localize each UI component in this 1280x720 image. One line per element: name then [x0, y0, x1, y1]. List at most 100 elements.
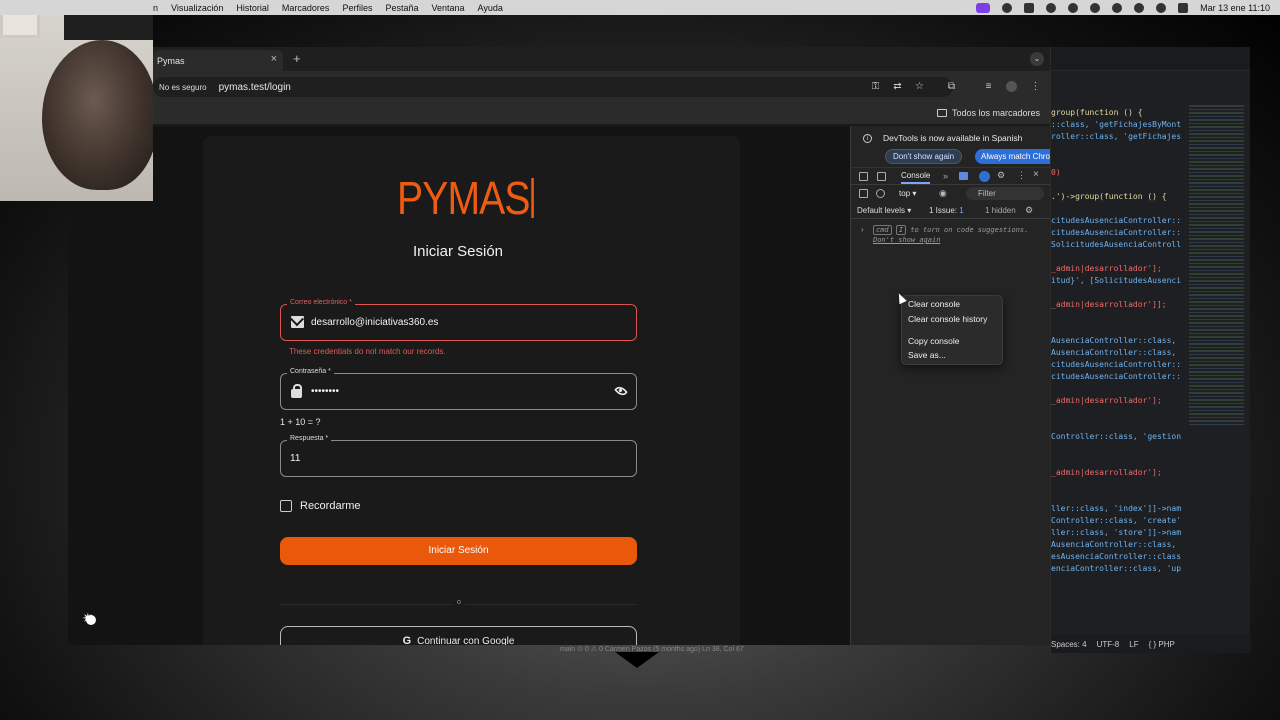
email-field[interactable]: Correo electrónico * desarrollo@iniciati… [280, 299, 637, 341]
code-line[interactable] [1051, 143, 1181, 155]
code-line[interactable] [1051, 383, 1181, 395]
code-line[interactable]: group(function () { [1051, 107, 1181, 119]
status-encoding[interactable]: UTF-8 [1097, 640, 1120, 649]
menu-marcadores[interactable]: Marcadores [282, 3, 330, 13]
code-line[interactable] [1051, 407, 1181, 419]
profile-avatar-icon[interactable] [1006, 81, 1017, 92]
menu-clear-console[interactable]: Clear console [908, 299, 960, 309]
code-line[interactable] [1051, 611, 1181, 623]
code-line[interactable] [1051, 479, 1181, 491]
menu-save-as[interactable]: Save as... [908, 350, 946, 360]
live-expression-eye-icon[interactable]: ◉ [939, 188, 947, 199]
status-indent[interactable]: Spaces: 4 [1051, 640, 1087, 649]
menu-pestana[interactable]: Pestaña [385, 3, 418, 13]
code-line[interactable] [1051, 287, 1181, 299]
checkbox-box[interactable] [280, 500, 292, 512]
more-tabs-icon[interactable]: » [943, 171, 948, 181]
answer-value[interactable]: 11 [290, 453, 300, 464]
menu-copy-console[interactable]: Copy console [908, 336, 960, 346]
code-line[interactable]: ::class, 'getFichajesByMont [1051, 119, 1181, 131]
code-line[interactable]: .')->group(function () { [1051, 191, 1181, 203]
all-bookmarks-button[interactable]: Todos los marcadores [936, 108, 1040, 118]
console-filter-input[interactable]: Filter [966, 187, 1044, 200]
tab-search-icon[interactable]: ⌄ [1030, 52, 1044, 66]
search-icon[interactable] [1156, 2, 1167, 13]
code-line[interactable]: SolicitudesAusenciaController [1051, 239, 1181, 251]
code-line[interactable] [1051, 311, 1181, 323]
inspect-element-icon[interactable] [859, 172, 868, 181]
status-eol[interactable]: LF [1129, 640, 1138, 649]
status-language[interactable]: { } PHP [1149, 640, 1175, 649]
code-line[interactable]: Controller::class, 'gestion [1051, 431, 1181, 443]
password-field[interactable]: Contraseña * •••••••• [280, 368, 637, 410]
code-line[interactable]: esAusenciaController::class, [1051, 551, 1181, 563]
play-icon[interactable] [1112, 2, 1123, 13]
bookmark-star-icon[interactable]: ☆ [914, 81, 925, 92]
not-secure-badge[interactable]: No es seguro [159, 83, 207, 92]
console-settings-gear-icon[interactable]: ⚙ [1025, 205, 1033, 216]
code-line[interactable] [1051, 323, 1181, 335]
dont-show-again-button[interactable]: Don't show again [885, 149, 963, 164]
sidebar-toggle-icon[interactable] [859, 189, 868, 198]
code-line[interactable]: roller::class, 'getFichajesM [1051, 131, 1181, 143]
close-tab-icon[interactable]: × [271, 53, 277, 65]
editor-minimap[interactable] [1189, 105, 1244, 425]
code-line[interactable]: itud}', [SolicitudesAusencia [1051, 275, 1181, 287]
code-line[interactable]: citudesAusenciaController::cla [1051, 227, 1181, 239]
issues-counter[interactable]: 1 Issue: 1 [929, 206, 964, 215]
show-password-eye-icon[interactable] [614, 384, 628, 398]
url-text[interactable]: pymas.test/login [219, 82, 291, 93]
code-line[interactable] [1051, 251, 1181, 263]
messages-icon[interactable] [959, 172, 968, 180]
code-line[interactable] [1051, 491, 1181, 503]
menu-ventana[interactable]: Ventana [431, 3, 464, 13]
code-line[interactable]: 0) [1051, 167, 1181, 179]
remember-me-checkbox[interactable]: Recordarme [280, 500, 361, 512]
menu-clear-console-history[interactable]: Clear console history [908, 314, 987, 324]
device-toolbar-icon[interactable] [877, 172, 886, 181]
code-line[interactable]: AusenciaController::class, 'ge [1051, 347, 1181, 359]
google-login-button[interactable]: G Continuar con Google [280, 626, 637, 645]
menu-partial[interactable]: n [153, 3, 158, 13]
context-selector[interactable]: top ▾ [899, 189, 916, 198]
default-levels-dropdown[interactable]: Default levels ▾ [857, 206, 911, 215]
extensions-icon[interactable]: ⧉ [946, 81, 957, 92]
menu-perfiles[interactable]: Perfiles [342, 3, 372, 13]
menu-historial[interactable]: Historial [236, 3, 269, 13]
code-line[interactable]: enciaController::class, 'upd [1051, 563, 1181, 575]
wifi-icon[interactable] [1134, 2, 1145, 13]
code-line[interactable] [1051, 203, 1181, 215]
code-line[interactable]: AusenciaController::class, 'sho [1051, 539, 1181, 551]
always-match-button[interactable]: Always match Chrome [975, 149, 1050, 164]
password-value[interactable]: •••••••• [311, 386, 339, 397]
bluetooth-icon[interactable] [1090, 2, 1101, 13]
code-line[interactable]: citudesAusenciaController::cla [1051, 371, 1181, 383]
code-line[interactable] [1051, 155, 1181, 167]
code-line[interactable] [1051, 575, 1181, 587]
theme-toggle-sun-icon[interactable] [82, 610, 96, 627]
code-line[interactable]: citudesAusenciaController::cl [1051, 359, 1181, 371]
volume-icon[interactable] [1046, 2, 1057, 13]
code-line[interactable]: Controller::class, 'create'] [1051, 515, 1181, 527]
close-devtools-icon[interactable]: × [1033, 169, 1039, 180]
code-line[interactable]: citudesAusenciaController::c [1051, 215, 1181, 227]
code-line[interactable] [1051, 179, 1181, 191]
tab-pymas[interactable]: Pymas × [153, 50, 283, 71]
code-line[interactable] [1051, 443, 1181, 455]
code-line[interactable] [1051, 455, 1181, 467]
media-controls-icon[interactable]: ≡ [983, 81, 994, 92]
code-line[interactable] [1051, 419, 1181, 431]
sync-icon[interactable] [979, 171, 990, 182]
translate-icon[interactable]: ⇄ [892, 81, 903, 92]
email-value[interactable]: desarrollo@iniciativas360.es [311, 317, 438, 328]
answer-field[interactable]: Respuesta * 11 [280, 435, 637, 477]
code-line[interactable]: AusenciaController::class, [1051, 335, 1181, 347]
control-center-icon[interactable] [1178, 2, 1189, 13]
code-editor[interactable]: group(function () {::class, 'getFichajes… [1050, 47, 1251, 653]
hint-dont-show-link[interactable]: Don't show again [873, 236, 940, 244]
code-line[interactable] [1051, 587, 1181, 599]
tab-console[interactable]: Console [901, 171, 931, 184]
settings-gear-icon[interactable]: ⚙ [997, 170, 1005, 181]
screen-record-icon[interactable] [976, 2, 991, 13]
login-button[interactable]: Iniciar Sesión [280, 537, 637, 565]
